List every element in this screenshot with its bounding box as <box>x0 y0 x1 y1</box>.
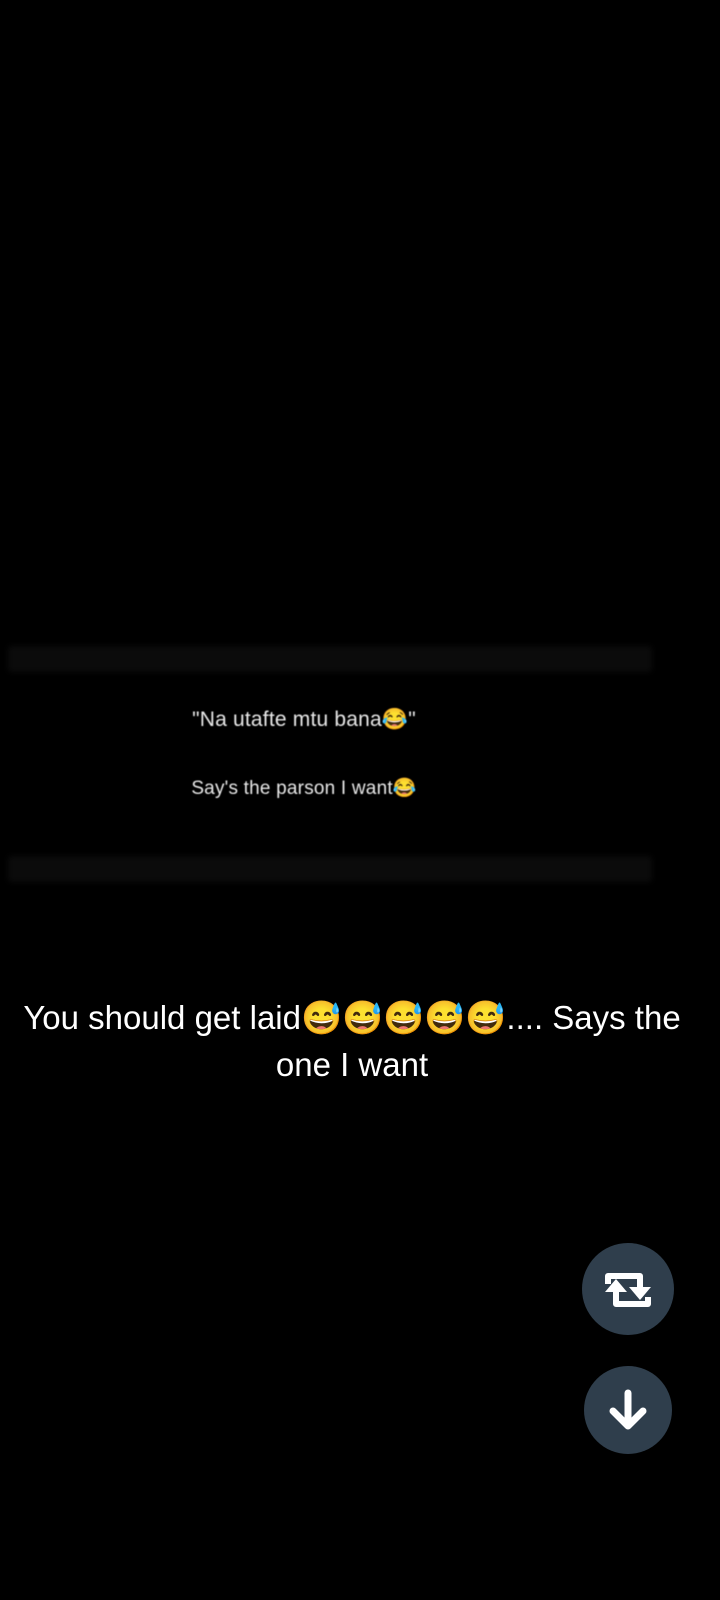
status-caption: You should get laid😅😅😅😅😅.... Says the on… <box>23 999 681 1083</box>
status-image: "Na utafte mtu bana😂" Say's the parson I… <box>4 640 652 882</box>
status-viewer: "Na utafte mtu bana😂" Say's the parson I… <box>0 0 720 1600</box>
blurred-bar-bottom <box>8 856 652 882</box>
repost-icon <box>599 1267 657 1311</box>
blurred-bar-top <box>8 646 652 672</box>
download-button[interactable] <box>584 1366 672 1454</box>
image-quote-line-2: Say's the parson I want😂 <box>191 778 417 799</box>
image-quote-line-1: "Na utafte mtu bana😂" <box>192 708 416 731</box>
arrow-down-icon <box>608 1389 648 1431</box>
repost-button[interactable] <box>582 1243 674 1335</box>
